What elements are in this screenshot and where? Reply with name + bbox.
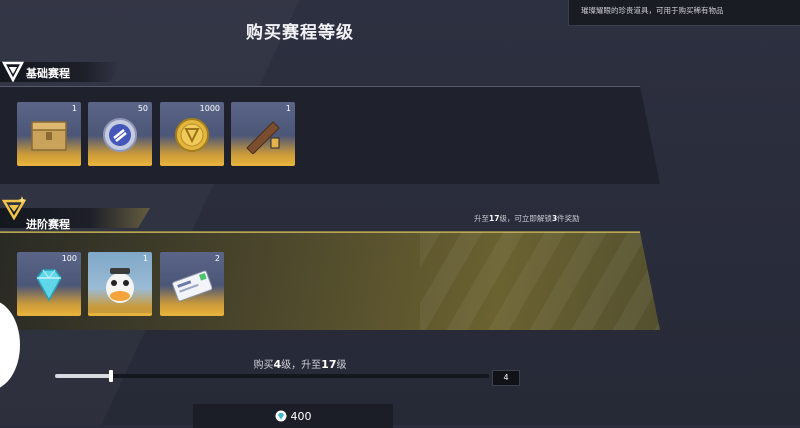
advanced-track-label: 进阶赛程	[26, 218, 70, 231]
gold-coin-icon	[175, 118, 209, 152]
item-quantity: 50	[137, 104, 148, 113]
advanced-item-3[interactable]: 2	[160, 252, 224, 316]
basic-item-3[interactable]: 1000	[160, 102, 224, 166]
level-slider-track[interactable]	[55, 374, 489, 378]
item-quantity: 2	[214, 254, 220, 263]
page-title: 购买赛程等级	[246, 23, 354, 43]
advanced-item-2[interactable]: 1	[88, 252, 152, 316]
level-slider-fill	[55, 374, 111, 378]
purchase-summary: 购买4级，升至17级	[253, 358, 347, 371]
treasure-chest-icon	[31, 121, 67, 151]
blue-coin-icon	[103, 118, 137, 152]
price-label: 400	[290, 409, 312, 423]
diamond-currency-icon	[275, 410, 286, 422]
buy-button[interactable]: 400	[193, 404, 393, 428]
duck-avatar-icon	[106, 268, 134, 303]
advanced-item-1[interactable]: 100	[17, 252, 81, 316]
basic-track-label: 基础赛程	[26, 67, 70, 80]
item-quantity: 100	[61, 254, 77, 263]
item-quantity: 1	[285, 104, 291, 113]
advanced-track-pattern	[420, 232, 660, 330]
diamond-icon	[36, 269, 62, 302]
item-tooltip: 璀璨耀眼的珍贵道具，可用于购买稀有物品	[568, 0, 800, 26]
level-slider-thumb[interactable]	[109, 370, 113, 382]
item-quantity: 1	[142, 254, 148, 263]
basic-item-4[interactable]: 1	[231, 102, 295, 166]
item-quantity: 1	[71, 104, 77, 113]
advanced-track-badge-icon	[2, 196, 26, 220]
wooden-plank-icon	[246, 121, 280, 154]
ticket-card-icon	[172, 270, 212, 302]
unlock-hint: 升至17级，可立即解锁3件奖励	[474, 214, 580, 223]
basic-item-2[interactable]: 50	[88, 102, 152, 166]
item-quantity: 1000	[199, 104, 220, 113]
basic-track-badge-icon	[2, 61, 24, 82]
quantity-input[interactable]: 4	[492, 370, 520, 386]
basic-item-1[interactable]: 1	[17, 102, 81, 166]
